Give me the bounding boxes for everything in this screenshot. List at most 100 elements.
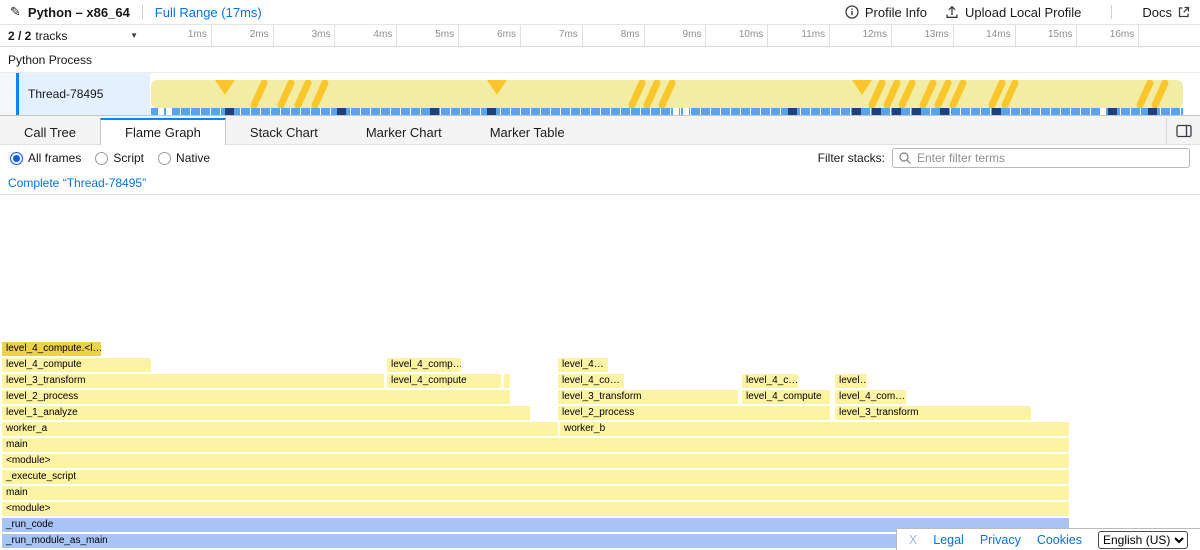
flame-box-_execute_script[interactable]: _execute_script xyxy=(2,470,1069,484)
radio-label: Native xyxy=(176,151,210,165)
sample-dark-segment xyxy=(892,108,901,115)
footer-close-button[interactable]: X xyxy=(909,533,917,547)
flame-box-level_2_process[interactable]: level_2_process xyxy=(558,406,830,420)
flame-box-level_4_compute[interactable]: level_4_compute xyxy=(742,390,830,404)
flame-box-level-[interactable]: level… xyxy=(835,374,867,388)
sample-dark-segment xyxy=(1148,108,1157,115)
flame-box-level_4_comp-[interactable]: level_4_comp… xyxy=(387,358,461,372)
process-track-header[interactable]: Python Process xyxy=(0,47,1200,73)
footer-link-cookies[interactable]: Cookies xyxy=(1037,533,1082,547)
sample-gap xyxy=(166,108,172,115)
sample-gap xyxy=(158,108,164,115)
upload-icon xyxy=(945,5,959,19)
ruler-tick-13ms: 13ms xyxy=(892,25,954,46)
flame-graph-canvas[interactable]: level_4_compute.<l…level_4_computelevel_… xyxy=(0,195,1200,550)
sample-gap xyxy=(683,108,689,115)
panel-tab-bar: Call TreeFlame GraphStack ChartMarker Ch… xyxy=(0,116,1200,145)
tab-flame-graph[interactable]: Flame Graph xyxy=(100,118,226,145)
footer-link-legal[interactable]: Legal xyxy=(933,533,964,547)
footer-links: Legal Privacy Cookies xyxy=(933,533,1082,547)
jank-marker-icon xyxy=(487,80,507,95)
flame-box--module-[interactable]: <module> xyxy=(2,454,1069,468)
filter-stacks-label: Filter stacks: xyxy=(818,151,885,165)
docs-link[interactable]: Docs xyxy=(1142,5,1190,20)
tab-call-tree[interactable]: Call Tree xyxy=(0,118,100,144)
sample-dark-segment xyxy=(940,108,949,115)
tracks-dropdown-arrow-icon[interactable]: ▼ xyxy=(126,29,142,42)
marker-stroke-icon xyxy=(902,83,912,105)
radio-all-frames[interactable]: All frames xyxy=(10,151,81,165)
flame-box-main[interactable]: main xyxy=(2,438,1069,452)
radio-button-icon[interactable] xyxy=(158,152,171,165)
tracks-summary: 2 / 2 tracks ▼ xyxy=(0,25,150,46)
flame-box-level_4_compute[interactable]: level_4_compute xyxy=(387,374,501,388)
search-icon xyxy=(898,151,912,165)
flame-box-level_4_co-[interactable]: level_4_co… xyxy=(558,374,624,388)
flame-box-level_3_transform[interactable]: level_3_transform xyxy=(835,406,1031,420)
radio-script[interactable]: Script xyxy=(95,151,144,165)
timeline-ruler[interactable]: 1ms2ms3ms4ms5ms6ms7ms8ms9ms10ms11ms12ms1… xyxy=(150,25,1200,46)
sidebar-toggle-button[interactable] xyxy=(1166,118,1200,144)
filter-stacks-input[interactable] xyxy=(892,148,1190,168)
marker-stroke-icon xyxy=(992,83,1002,105)
sample-dark-segment xyxy=(337,108,346,115)
flame-box-main[interactable]: main xyxy=(2,486,1069,500)
ruler-tick-16ms: 16ms xyxy=(1077,25,1139,46)
sample-strip xyxy=(151,108,1183,115)
flame-box-level_3_transform[interactable]: level_3_transform xyxy=(2,374,384,388)
flame-box-level_2_process[interactable]: level_2_process xyxy=(2,390,510,404)
ruler-tick-5ms: 5ms xyxy=(397,25,459,46)
marker-stroke-icon xyxy=(887,83,897,105)
ruler-tick-6ms: 6ms xyxy=(459,25,521,46)
marker-stroke-icon xyxy=(1140,83,1150,105)
frame-filter-radios: All frames Script Native xyxy=(10,151,210,165)
flame-box-worker_b[interactable]: worker_b xyxy=(560,422,1069,436)
upload-local-profile-button[interactable]: Upload Local Profile xyxy=(945,5,1081,20)
profile-info-button[interactable]: Profile Info xyxy=(845,5,927,20)
sample-dark-segment xyxy=(788,108,797,115)
ruler-tick-7ms: 7ms xyxy=(521,25,583,46)
flame-box-level_4_c-[interactable]: level_4_c… xyxy=(742,374,798,388)
sample-dark-segment xyxy=(852,108,861,115)
tab-marker-table[interactable]: Marker Table xyxy=(466,118,589,144)
flame-box-level_4_compute[interactable]: level_4_compute xyxy=(2,358,151,372)
breadcrumb-complete-thread[interactable]: Complete “Thread-78495” xyxy=(8,176,146,190)
flame-box-level_4-[interactable]: level_4… xyxy=(558,358,608,372)
sample-dark-segment xyxy=(225,108,234,115)
flame-box--module-[interactable]: <module> xyxy=(2,502,1069,516)
thread-track-row: Thread-78495 xyxy=(0,73,1200,116)
flame-graph-toolbar: All frames Script Native Filter stacks: xyxy=(0,145,1200,171)
marker-stroke-icon xyxy=(281,83,291,105)
ruler-tick-15ms: 15ms xyxy=(1016,25,1078,46)
flame-box-level_1_analyze[interactable]: level_1_analyze xyxy=(2,406,530,420)
legal-footer: X Legal Privacy Cookies English (US) xyxy=(896,528,1200,550)
flame-box-level_3_transform[interactable]: level_3_transform xyxy=(558,390,738,404)
tab-marker-chart[interactable]: Marker Chart xyxy=(342,118,466,144)
activity-graph xyxy=(151,80,1183,108)
flame-box-level_4_com-[interactable]: level_4_com… xyxy=(835,390,906,404)
language-select[interactable]: English (US) xyxy=(1098,531,1188,549)
footer-link-privacy[interactable]: Privacy xyxy=(980,533,1021,547)
marker-stroke-icon xyxy=(254,83,264,105)
radio-native[interactable]: Native xyxy=(158,151,210,165)
tracks-word: tracks xyxy=(35,29,67,43)
thread-activity-track[interactable] xyxy=(150,73,1200,115)
flame-box-unnamed[interactable] xyxy=(504,374,510,388)
ruler-tick-3ms: 3ms xyxy=(274,25,336,46)
sample-dark-segment xyxy=(992,108,1001,115)
track-gutter xyxy=(0,73,16,115)
process-track-label: Python Process xyxy=(8,53,92,67)
flame-box-level_4_compute-l-[interactable]: level_4_compute.<l… xyxy=(2,342,101,356)
ruler-tick-9ms: 9ms xyxy=(645,25,707,46)
profile-title: Python – x86_64 xyxy=(28,5,130,20)
thread-track-label[interactable]: Thread-78495 xyxy=(19,73,150,115)
edit-profile-name-icon[interactable]: ✎ xyxy=(10,4,21,20)
flame-box-worker_a[interactable]: worker_a xyxy=(2,422,558,436)
marker-stroke-icon xyxy=(923,83,933,105)
radio-button-icon[interactable] xyxy=(95,152,108,165)
divider xyxy=(1111,5,1112,19)
full-range-button[interactable]: Full Range (17ms) xyxy=(155,5,262,20)
tab-stack-chart[interactable]: Stack Chart xyxy=(226,118,342,144)
radio-button-icon[interactable] xyxy=(10,152,23,165)
radio-label: Script xyxy=(113,151,144,165)
